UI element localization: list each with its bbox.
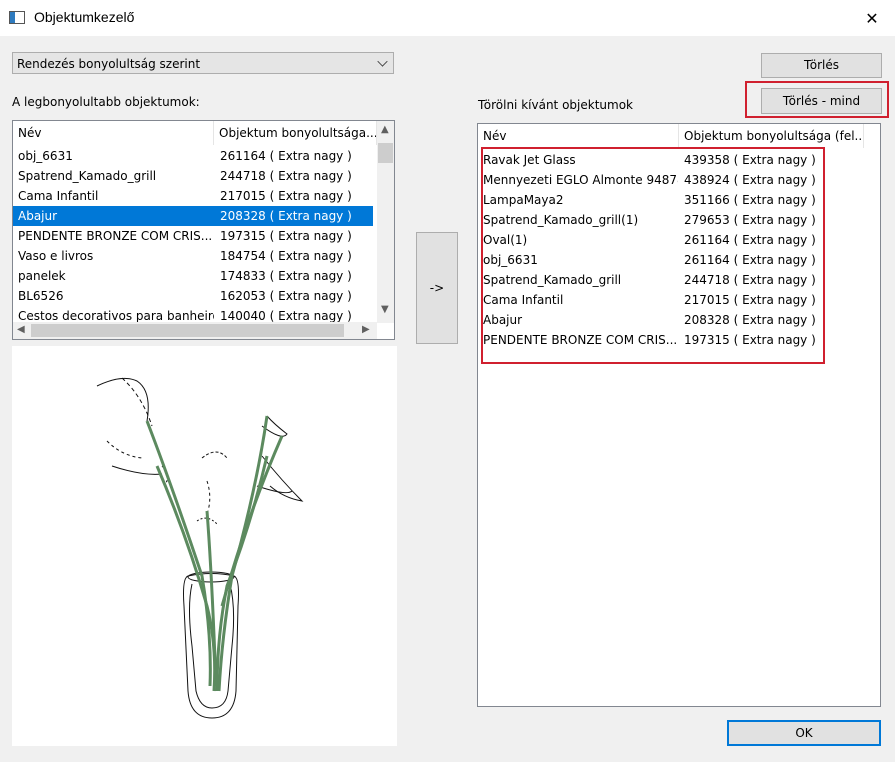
row-name: Cama Infantil bbox=[18, 189, 99, 203]
horizontal-scrollbar[interactable]: ◀ ▶ bbox=[13, 322, 377, 339]
table-row[interactable]: BL6526 162053 ( Extra nagy ) bbox=[13, 286, 373, 306]
ok-button[interactable]: OK bbox=[727, 720, 881, 746]
scroll-up-icon[interactable]: ▲ bbox=[381, 124, 389, 135]
row-name: Abajur bbox=[13, 206, 214, 226]
row-name: Spatrend_Kamado_grill bbox=[18, 169, 157, 183]
move-to-delete-button[interactable]: -> bbox=[416, 232, 458, 344]
row-complexity: 244718 ( Extra nagy ) bbox=[220, 169, 352, 183]
hscrollbar-thumb[interactable] bbox=[31, 324, 344, 337]
row-name: panelek bbox=[18, 269, 66, 283]
window-title: Objektumkezelő bbox=[34, 9, 135, 25]
row-complexity: 174833 ( Extra nagy ) bbox=[220, 269, 352, 283]
row-complexity: 261164 ( Extra nagy ) bbox=[220, 149, 352, 163]
row-name: PENDENTE BRONZE COM CRIS... bbox=[18, 229, 213, 243]
table-row[interactable]: panelek 174833 ( Extra nagy ) bbox=[13, 266, 373, 286]
scroll-down-icon[interactable]: ▼ bbox=[381, 304, 389, 315]
chevron-down-icon bbox=[377, 56, 388, 67]
vase-with-flowers-image bbox=[96, 377, 304, 719]
column-header-name[interactable]: Név bbox=[478, 124, 679, 148]
row-name: obj_6631 bbox=[18, 149, 73, 163]
complex-objects-label: A legbonyolultabb objektumok: bbox=[12, 95, 200, 109]
table-row[interactable]: Cama Infantil 217015 ( Extra nagy ) bbox=[13, 186, 373, 206]
column-header-complexity[interactable]: Objektum bonyolultsága (fel... bbox=[679, 124, 864, 148]
delete-all-highlight bbox=[745, 81, 889, 118]
row-name: BL6526 bbox=[18, 289, 64, 303]
scroll-left-icon[interactable]: ◀ bbox=[17, 324, 25, 335]
sort-dropdown[interactable]: Rendezés bonyolultság szerint bbox=[12, 52, 394, 74]
row-complexity: 217015 ( Extra nagy ) bbox=[220, 189, 352, 203]
scroll-right-icon[interactable]: ▶ bbox=[362, 324, 370, 335]
column-header-complexity[interactable]: Objektum bonyolultsága... bbox=[214, 121, 377, 145]
close-button[interactable]: ✕ bbox=[849, 0, 895, 36]
table-row[interactable]: PENDENTE BRONZE COM CRIS... 197315 ( Extr… bbox=[13, 226, 373, 246]
table-row[interactable]: obj_6631 261164 ( Extra nagy ) bbox=[13, 146, 373, 166]
table-row[interactable]: Vaso e livros 184754 ( Extra nagy ) bbox=[13, 246, 373, 266]
column-header-name[interactable]: Név bbox=[13, 121, 214, 145]
delete-button[interactable]: Törlés bbox=[761, 53, 882, 78]
table-row[interactable]: Abajur 208328 ( Extra nagy ) bbox=[13, 206, 373, 226]
row-complexity: 184754 ( Extra nagy ) bbox=[220, 249, 352, 263]
sort-dropdown-value: Rendezés bonyolultság szerint bbox=[17, 57, 201, 71]
objects-to-delete-label: Törölni kívánt objektumok bbox=[478, 98, 633, 112]
to-delete-rows-highlight bbox=[481, 147, 825, 364]
vertical-scrollbar[interactable]: ▲ ▼ bbox=[377, 121, 394, 323]
scrollbar-thumb[interactable] bbox=[378, 143, 393, 163]
window-icon bbox=[9, 11, 25, 24]
list-header-right: Név Objektum bonyolultsága (fel... bbox=[478, 124, 864, 148]
row-name: Vaso e livros bbox=[18, 249, 94, 263]
row-complexity: 197315 ( Extra nagy ) bbox=[220, 229, 352, 243]
row-complexity: 162053 ( Extra nagy ) bbox=[220, 289, 352, 303]
object-preview bbox=[12, 346, 397, 746]
title-bar: Objektumkezelő ✕ bbox=[0, 0, 895, 36]
complex-objects-list[interactable]: Név Objektum bonyolultsága... obj_6631 26… bbox=[12, 120, 395, 340]
table-row[interactable]: Spatrend_Kamado_grill 244718 ( Extra nagy… bbox=[13, 166, 373, 186]
list-header: Név Objektum bonyolultsága... bbox=[13, 121, 377, 145]
row-complexity: 208328 ( Extra nagy ) bbox=[214, 206, 373, 226]
